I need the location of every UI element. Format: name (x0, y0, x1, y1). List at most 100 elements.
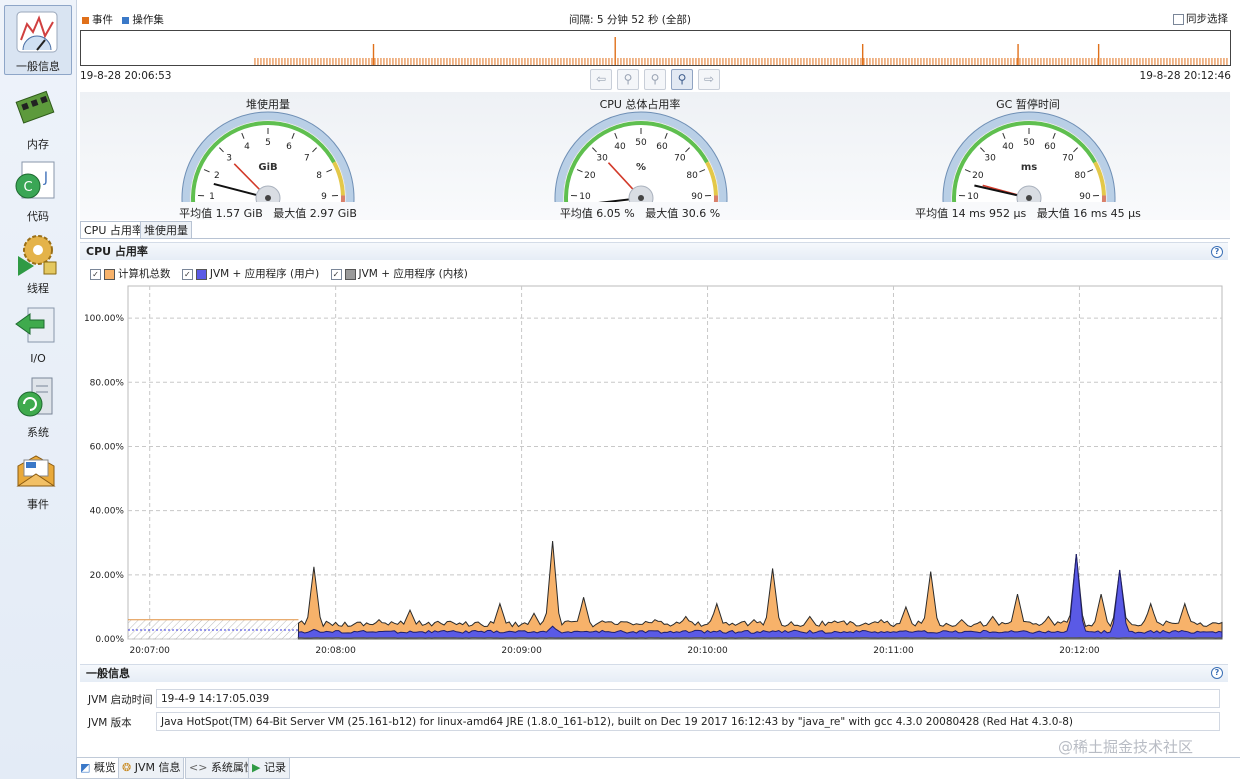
thread-gear-icon (18, 235, 57, 276)
jvm-start-field[interactable]: 19-4-9 14:17:05.039 (156, 689, 1220, 708)
legend-swatch (104, 268, 115, 280)
gauge-tick-label: 70 (1062, 154, 1074, 164)
gauge-unit: GiB (258, 162, 277, 173)
timeline-start: 19-8-28 20:06:53 (80, 70, 172, 82)
legend-checkbox[interactable]: ✓ (330, 268, 342, 280)
gauge-tick-label: 40 (1002, 142, 1014, 152)
gauge-tick-label: 90 (691, 192, 703, 202)
heap-usage-gauge: 012345678910GiB (181, 111, 355, 202)
sidebar-item-label: 代码 (27, 210, 49, 223)
y-tick-label: 80.00% (90, 378, 125, 388)
legend-swatch (344, 268, 356, 280)
gauge-tick-label: 80 (686, 171, 698, 181)
event-timeline[interactable] (80, 30, 1231, 66)
cpu-usage-chart[interactable]: 0.00% 20.00% 40.00% 60.00% 80.00% 100.00% 20:0… (80, 282, 1230, 660)
gauge-tick-label: 60 (1044, 142, 1056, 152)
zoom-all-button[interactable]: ⚲ (671, 69, 693, 90)
x-tick-label: 20:07:00 (129, 646, 170, 656)
io-arrows-icon (15, 307, 55, 343)
zoom-in-button[interactable]: ⚲ (617, 69, 639, 90)
timeline-frame (80, 30, 1231, 66)
legend-checkbox[interactable]: ✓ (90, 268, 101, 280)
gauge-tick-label: 80 (1074, 171, 1086, 181)
gauge-tick-label: 20 (584, 171, 596, 181)
gauge-stats-gc: 平均值 14 ms 952 μs 最大值 16 ms 45 μs (890, 205, 1166, 221)
gauge-hub (1026, 195, 1032, 201)
gauge-tick-label: 6 (286, 142, 292, 152)
legend-item-jvm-kernel[interactable]: ✓ JVM + 应用程序 (内核) (330, 268, 468, 280)
legend-label: 计算机总数 (118, 268, 171, 280)
gauge-tick-label: 7 (304, 154, 310, 164)
tab-record[interactable]: ▶ 记录 (248, 758, 290, 779)
gauge-tick-label: 4 (244, 142, 250, 152)
gauge-tick-label: 10 (579, 192, 591, 202)
gauge-tick-label: 40 (614, 142, 626, 152)
help-icon[interactable]: ? (1211, 667, 1223, 679)
event-legend-swatch (82, 16, 89, 24)
legend-item-jvm-user[interactable]: ✓ JVM + 应用程序 (用户) (181, 268, 319, 280)
general-panel-title: 一般信息 (86, 667, 130, 680)
sidebar-item-memory[interactable]: 内存 (0, 84, 76, 154)
svg-text:J: J (43, 170, 48, 186)
tab-jvm-info[interactable]: ❂ JVM 信息 (118, 758, 185, 779)
cpu-usage-gauge: 0102030405060708090100% (554, 111, 728, 202)
tab-divider (80, 238, 1230, 239)
sidebar-item-events[interactable]: 事件 (0, 444, 76, 514)
sync-selection[interactable]: 同步选择 (1173, 11, 1228, 26)
system-properties-icon: <> (189, 761, 208, 774)
no-data-region (128, 619, 299, 639)
sidebar-item-label: 系统 (27, 426, 49, 439)
jvm-version-field[interactable]: Java HotSpot(TM) 64-Bit Server VM (25.16… (156, 712, 1220, 731)
jvm-start-label: JVM 启动时间 (88, 694, 153, 706)
sidebar-item-label: 线程 (27, 282, 49, 295)
cpu-chart-legend: ✓ 计算机总数 ✓ JVM + 应用程序 (用户) ✓ JVM + 应用程序 (内核) (90, 266, 468, 281)
tab-overview[interactable]: ◩ 概览 (76, 758, 120, 779)
zoom-back-button[interactable]: ⇦ (590, 69, 612, 90)
tab-cpu-usage[interactable]: CPU 占用率 (80, 221, 147, 239)
stat-avg: 平均值 1.57 GiB (179, 207, 263, 220)
timeline-end: 19-8-28 20:12:46 (1139, 70, 1231, 82)
legend-item-total[interactable]: ✓ 计算机总数 (90, 268, 171, 280)
sidebar-item-threads[interactable]: 线程 (0, 228, 76, 298)
timeline-legend: 事件 操作集 (82, 12, 164, 27)
sidebar-item-system[interactable]: 系统 (0, 372, 76, 442)
legend-label: JVM + 应用程序 (内核) (358, 268, 468, 280)
watermark: @稀土掘金技术社区 (1058, 738, 1194, 756)
stat-max: 最大值 16 ms 45 μs (1036, 207, 1141, 220)
record-play-icon: ▶ (252, 761, 261, 774)
help-icon[interactable]: ? (1211, 246, 1223, 258)
stat-max: 最大值 30.6 % (645, 207, 721, 220)
legend-checkbox[interactable]: ✓ (181, 268, 193, 280)
y-tick-label: 40.00% (90, 507, 125, 517)
gauge-tick-label: 50 (635, 138, 647, 148)
gauge-stats-heap: 平均值 1.57 GiB 最大值 2.97 GiB (140, 205, 396, 221)
x-tick-label: 20:09:00 (501, 646, 542, 656)
x-tick-label: 20:11:00 (873, 646, 914, 656)
y-tick-label: 60.00% (90, 442, 125, 452)
gauge-tick-label: 30 (596, 154, 608, 164)
tab-label: 记录 (263, 761, 286, 774)
gauge-icon (16, 11, 58, 53)
sidebar-item-io[interactable]: I/O (0, 300, 76, 370)
zoom-in-icon: ⚲ (623, 72, 633, 86)
sync-checkbox[interactable] (1173, 13, 1184, 25)
stat-avg: 平均值 14 ms 952 μs (915, 207, 1027, 220)
gauge-tick-label: 9 (321, 192, 327, 202)
code-java-icon: C J (15, 161, 55, 199)
x-tick-label: 20:08:00 (315, 646, 356, 656)
x-tick-label: 20:10:00 (687, 646, 728, 656)
zoom-out-button[interactable]: ⚲ (644, 69, 666, 90)
memory-chip-icon (15, 90, 55, 124)
gauge-unit: ms (1021, 162, 1037, 173)
jvm-version-label: JVM 版本 (88, 717, 132, 729)
tab-heap-usage[interactable]: 堆使用量 (140, 221, 192, 239)
interval-label: 间隔: 5 分钟 52 秒 (全部) (569, 14, 691, 26)
sidebar-item-general[interactable]: 一般信息 (4, 5, 72, 75)
zoom-forward-button[interactable]: ⇨ (698, 69, 720, 90)
gauge-hub (638, 195, 644, 201)
sidebar-item-code[interactable]: C J 代码 (0, 156, 76, 226)
jvm-info-icon: ❂ (122, 761, 132, 774)
gauge-tick-label: 3 (226, 154, 232, 164)
tab-label: JVM 信息 (134, 761, 181, 774)
zoom-out-icon: ⚲ (650, 72, 660, 86)
